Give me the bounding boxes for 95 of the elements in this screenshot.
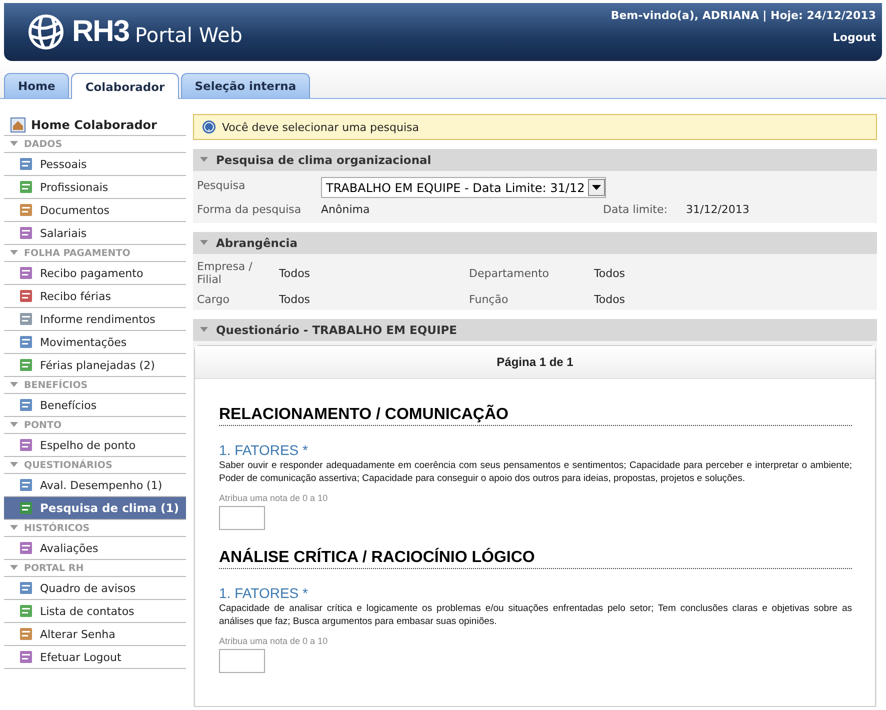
menu-item-icon xyxy=(18,477,34,493)
field-label: Data limite: xyxy=(603,202,668,216)
collapse-triangle-icon xyxy=(10,462,18,468)
section-title: PORTAL RH xyxy=(24,562,84,574)
panel-header[interactable]: Abrangência xyxy=(193,232,877,254)
score-input[interactable] xyxy=(219,506,265,530)
group-heading: ANÁLISE CRÍTICA / RACIOCÍNIO LÓGICO xyxy=(219,549,852,569)
collapse-triangle-icon xyxy=(200,157,208,163)
collapse-triangle-icon xyxy=(10,382,18,388)
panel-header[interactable]: Questionário - TRABALHO EM EQUIPE xyxy=(193,319,877,341)
sidebar-item[interactable]: Recibo pagamento xyxy=(4,262,186,285)
collapse-triangle-icon xyxy=(200,240,208,246)
sidebar-item[interactable]: Documentos xyxy=(4,199,186,222)
sidebar-home-item[interactable]: Home Colaborador xyxy=(4,114,186,136)
menu-item-icon xyxy=(18,603,34,619)
globe-icon xyxy=(26,12,66,52)
sidebar-item[interactable]: Salariais xyxy=(4,222,186,245)
menu-item-icon xyxy=(18,437,34,453)
sidebar-item[interactable]: Quadro de avisos xyxy=(4,577,186,600)
group-heading: RELACIONAMENTO / COMUNICAÇÃO xyxy=(219,406,852,426)
collapse-triangle-icon xyxy=(10,525,18,531)
sidebar-item[interactable]: Pesquisa de clima (1) xyxy=(4,497,186,520)
menu-item-icon xyxy=(18,540,34,556)
notice-text: Você deve selecionar uma pesquisa xyxy=(222,120,420,134)
field-value: Anônima xyxy=(321,202,371,216)
field-label: Empresa / Filial xyxy=(197,260,254,286)
panel-title: Pesquisa de clima organizacional xyxy=(216,153,432,167)
collapse-triangle-icon xyxy=(10,141,18,147)
collapse-triangle-icon xyxy=(10,422,18,428)
menu-item-icon xyxy=(18,334,34,350)
sidebar-item[interactable]: Profissionais xyxy=(4,176,186,199)
tab[interactable]: Seleção interna xyxy=(180,73,310,98)
panel-header[interactable]: Pesquisa de clima organizacional xyxy=(193,149,877,171)
sidebar-item[interactable]: Benefícios xyxy=(4,394,186,417)
question-title: 1. FATORES * xyxy=(219,585,309,601)
field-value: Todos xyxy=(594,293,626,306)
sidebar-item[interactable]: Alterar Senha xyxy=(4,623,186,646)
panel-title: Questionário - TRABALHO EM EQUIPE xyxy=(216,323,458,337)
menu-item-icon xyxy=(18,649,34,665)
menu-item-icon xyxy=(18,225,34,241)
collapse-triangle-icon xyxy=(10,565,18,571)
menu-item-icon xyxy=(18,202,34,218)
collapse-triangle-icon xyxy=(10,250,18,256)
sidebar-item[interactable]: Avaliações xyxy=(4,537,186,560)
house-icon xyxy=(10,116,26,132)
sidebar-item[interactable]: Informe rendimentos xyxy=(4,308,186,331)
menu-item-icon xyxy=(18,580,34,596)
welcome-text: Bem-vindo(a), ADRIANA | Hoje: 24/12/2013 xyxy=(610,9,876,22)
section-title: HISTÓRICOS xyxy=(24,522,90,534)
survey-select[interactable]: TRABALHO EM EQUIPE - Data Limite: 31/12 xyxy=(321,177,606,198)
field-value: 31/12/2013 xyxy=(686,202,750,216)
sidebar-home-label: Home Colaborador xyxy=(31,118,157,132)
logo-text: Portal Web xyxy=(135,23,242,47)
field-value: Todos xyxy=(279,266,310,280)
score-input[interactable] xyxy=(219,649,265,673)
menu-item-icon xyxy=(18,265,34,281)
field-value: Todos xyxy=(279,293,310,306)
menu-item-icon xyxy=(18,311,34,327)
sidebar-item[interactable]: Pessoais xyxy=(4,153,186,176)
section-title: BENEFÍCIOS xyxy=(24,380,88,390)
menu-item-icon xyxy=(18,156,34,172)
panel-title: Abrangência xyxy=(216,236,298,250)
sidebar-item[interactable]: Espelho de ponto xyxy=(4,434,186,457)
menu-item-icon xyxy=(18,357,34,373)
field-label: Forma da pesquisa xyxy=(197,202,302,216)
question-description: Saber ouvir e responder adequadamente em coerência com seus pensamentos e sentimentos; Capacidade para perceber e interpretar o ambiente; Poder de comunicação assertiva; Capacidade para conseguir o apoio dos outros para ideias, propostas, projetos e soluções. xyxy=(219,459,852,485)
field-label: Pesquisa xyxy=(197,179,246,192)
sidebar-item[interactable]: Férias planejadas (2) xyxy=(4,354,186,377)
section-title: FOLHA PAGAMENTO xyxy=(24,248,130,258)
collapse-triangle-icon xyxy=(200,327,208,333)
section-title: DADOS xyxy=(24,138,62,150)
menu-item-icon xyxy=(18,288,34,304)
field-value: Todos xyxy=(594,266,626,280)
menu-item-icon xyxy=(18,179,34,195)
menu-item-icon xyxy=(18,397,34,413)
section-title: PONTO xyxy=(24,420,62,430)
tab[interactable]: Home xyxy=(4,73,70,98)
field-hint: Atribua uma nota de 0 a 10 xyxy=(219,636,329,646)
logout-link[interactable]: Logout xyxy=(832,31,876,44)
field-label: Cargo xyxy=(197,293,230,306)
sidebar-item[interactable]: Movimentações xyxy=(4,331,186,354)
field-label: Departamento xyxy=(469,266,550,280)
question-title: 1. FATORES * xyxy=(219,442,309,458)
sidebar-item[interactable]: Recibo férias xyxy=(4,285,186,308)
question-description: Capacidade de analisar crítica e logicamente os problemas e/ou situações enfrentadas pelo setor; Tem conclusões claras e objetivas sobre as análises que faz; Busca argumentos para embasar suas opiniões. xyxy=(219,602,852,628)
tab[interactable]: Colaborador xyxy=(71,73,179,99)
page-indicator: Página 1 de 1 xyxy=(496,355,574,369)
sidebar-item[interactable]: Efetuar Logout xyxy=(4,646,186,669)
section-title: QUESTIONÁRIOS xyxy=(24,460,112,470)
logo-mark: RH3 xyxy=(72,15,130,49)
menu-item-icon xyxy=(18,626,34,642)
sidebar-item[interactable]: Lista de contatos xyxy=(4,600,186,623)
menu-item-icon xyxy=(18,500,34,516)
field-hint: Atribua uma nota de 0 a 10 xyxy=(219,493,329,503)
field-label: Função xyxy=(469,293,510,306)
